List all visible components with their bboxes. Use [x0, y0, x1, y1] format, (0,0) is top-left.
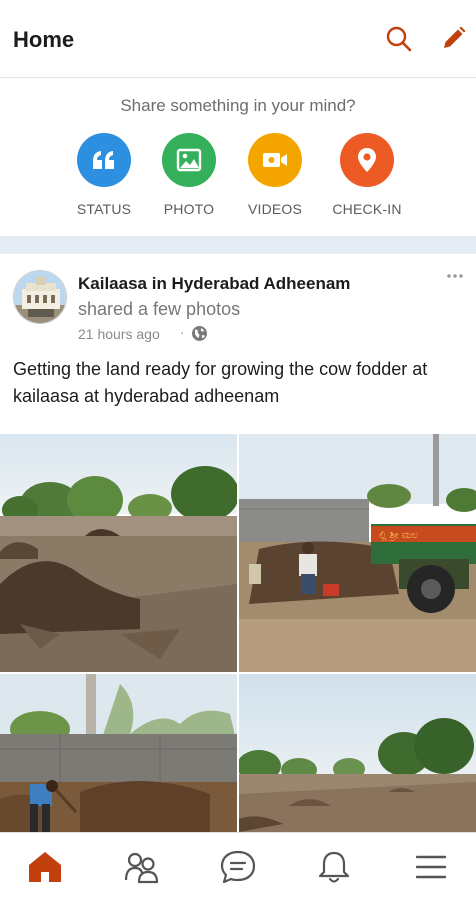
feed-post: Kailaasa in Hyderabad Adheenam shared a … — [0, 254, 476, 832]
app-header: Home — [0, 0, 476, 78]
share-prompt[interactable]: Share something in your mind? — [0, 96, 476, 116]
avatar[interactable] — [13, 270, 67, 324]
photo-button[interactable]: PHOTO — [144, 133, 234, 225]
check-in-label: CHECK-IN — [332, 201, 402, 217]
post-action: shared a few photos — [78, 299, 241, 319]
check-in-button[interactable]: CHECK-IN — [322, 133, 412, 225]
bell-icon[interactable] — [314, 847, 354, 887]
section-divider — [0, 236, 476, 254]
photo-icon — [162, 133, 216, 187]
status-label: STATUS — [76, 201, 132, 217]
videos-label: VIDEOS — [247, 201, 303, 217]
menu-icon[interactable] — [411, 847, 451, 887]
video-camera-icon — [248, 133, 302, 187]
videos-button[interactable]: VIDEOS — [230, 133, 320, 225]
post-author[interactable]: Kailaasa in Hyderabad Adheenam — [78, 274, 350, 294]
pencil-icon[interactable] — [438, 24, 468, 54]
status-button[interactable]: STATUS — [59, 133, 149, 225]
home-icon[interactable] — [25, 847, 65, 887]
tractor-photo[interactable]: ಲ್ಲಿ ಶ್ರೀ ಮಲ — [239, 434, 476, 672]
field-photo[interactable] — [0, 434, 237, 672]
bottom-nav — [0, 832, 476, 900]
worker-photo[interactable] — [0, 674, 237, 832]
location-pin-icon — [340, 133, 394, 187]
svg-text:ಲ್ಲಿ ಶ್ರೀ ಮಲ: ಲ್ಲಿ ಶ್ರೀ ಮಲ — [379, 530, 418, 541]
quote-icon — [77, 133, 131, 187]
more-dots-icon[interactable] — [440, 266, 470, 286]
trees-photo[interactable] — [239, 674, 476, 832]
post-text: Getting the land ready for growing the c… — [13, 359, 428, 406]
separator-dot: · — [180, 324, 185, 340]
globe-icon — [191, 325, 208, 342]
share-box: Share something in your mind? STATUS PHO… — [0, 79, 476, 236]
post-timestamp: 21 hours ago — [78, 326, 160, 342]
page-title: Home — [13, 27, 75, 52]
chat-icon[interactable] — [218, 847, 258, 887]
photo-label: PHOTO — [163, 201, 215, 217]
groups-icon[interactable] — [122, 847, 162, 887]
search-icon[interactable] — [384, 24, 414, 54]
